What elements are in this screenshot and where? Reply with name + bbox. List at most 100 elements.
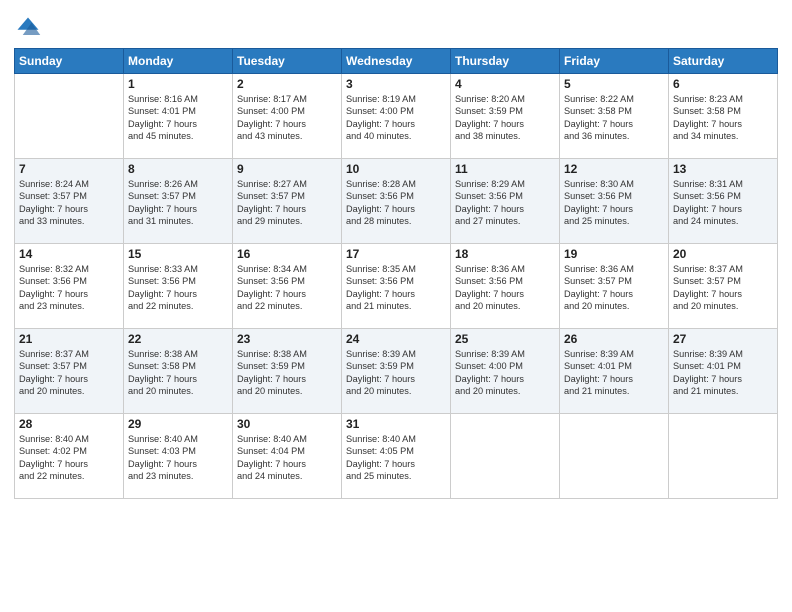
cell-content: Sunrise: 8:28 AMSunset: 3:56 PMDaylight:…: [346, 178, 446, 228]
day-number: 11: [455, 162, 555, 176]
cell-content: Sunrise: 8:39 AMSunset: 4:00 PMDaylight:…: [455, 348, 555, 398]
header: [14, 10, 778, 42]
day-number: 31: [346, 417, 446, 431]
week-row-0: 1 Sunrise: 8:16 AMSunset: 4:01 PMDaylight…: [15, 74, 778, 159]
calendar-header: SundayMondayTuesdayWednesdayThursdayFrid…: [15, 49, 778, 74]
header-day-saturday: Saturday: [669, 49, 778, 74]
day-number: 9: [237, 162, 337, 176]
calendar-cell: 27Sunrise: 8:39 AMSunset: 4:01 PMDayligh…: [669, 329, 778, 414]
cell-content: Sunrise: 8:38 AMSunset: 3:58 PMDaylight:…: [128, 348, 228, 398]
day-number: 14: [19, 247, 119, 261]
day-number: 21: [19, 332, 119, 346]
day-number: 16: [237, 247, 337, 261]
cell-content: Sunrise: 8:39 AMSunset: 4:01 PMDaylight:…: [673, 348, 773, 398]
calendar-cell: 29 Sunrise: 8:40 AMSunset: 4:03 PMDayligh…: [124, 414, 233, 499]
cell-content: Sunrise: 8:40 AMSunset: 4:02 PMDaylight:…: [19, 433, 119, 483]
calendar-cell: 5Sunrise: 8:22 AMSunset: 3:58 PMDaylight…: [560, 74, 669, 159]
cell-content: Sunrise: 8:39 AMSunset: 3:59 PMDaylight:…: [346, 348, 446, 398]
logo: [14, 14, 46, 42]
calendar-cell: 6 Sunrise: 8:23 AMSunset: 3:58 PMDaylight…: [669, 74, 778, 159]
calendar-table: SundayMondayTuesdayWednesdayThursdayFrid…: [14, 48, 778, 499]
day-number: 20: [673, 247, 773, 261]
header-day-thursday: Thursday: [451, 49, 560, 74]
day-number: 12: [564, 162, 664, 176]
day-number: 8: [128, 162, 228, 176]
calendar-cell: 24 Sunrise: 8:39 AMSunset: 3:59 PMDayligh…: [342, 329, 451, 414]
calendar-cell: 1 Sunrise: 8:16 AMSunset: 4:01 PMDaylight…: [124, 74, 233, 159]
cell-content: Sunrise: 8:37 AMSunset: 3:57 PMDaylight:…: [673, 263, 773, 313]
calendar-cell: 9 Sunrise: 8:27 AMSunset: 3:57 PMDaylight…: [233, 159, 342, 244]
page: SundayMondayTuesdayWednesdayThursdayFrid…: [0, 0, 792, 612]
day-number: 4: [455, 77, 555, 91]
calendar-cell: 3 Sunrise: 8:19 AMSunset: 4:00 PMDaylight…: [342, 74, 451, 159]
calendar-cell: 18 Sunrise: 8:36 AMSunset: 3:56 PMDayligh…: [451, 244, 560, 329]
calendar-cell: 20 Sunrise: 8:37 AMSunset: 3:57 PMDayligh…: [669, 244, 778, 329]
cell-content: Sunrise: 8:20 AMSunset: 3:59 PMDaylight:…: [455, 93, 555, 143]
header-day-sunday: Sunday: [15, 49, 124, 74]
calendar-cell: 16 Sunrise: 8:34 AMSunset: 3:56 PMDayligh…: [233, 244, 342, 329]
cell-content: Sunrise: 8:36 AMSunset: 3:56 PMDaylight:…: [455, 263, 555, 313]
day-number: 2: [237, 77, 337, 91]
cell-content: Sunrise: 8:35 AMSunset: 3:56 PMDaylight:…: [346, 263, 446, 313]
cell-content: Sunrise: 8:17 AMSunset: 4:00 PMDaylight:…: [237, 93, 337, 143]
day-number: 23: [237, 332, 337, 346]
logo-icon: [14, 14, 42, 42]
calendar-cell: 23 Sunrise: 8:38 AMSunset: 3:59 PMDayligh…: [233, 329, 342, 414]
cell-content: Sunrise: 8:36 AMSunset: 3:57 PMDaylight:…: [564, 263, 664, 313]
day-number: 30: [237, 417, 337, 431]
calendar-cell: 26Sunrise: 8:39 AMSunset: 4:01 PMDayligh…: [560, 329, 669, 414]
calendar-cell: 31 Sunrise: 8:40 AMSunset: 4:05 PMDayligh…: [342, 414, 451, 499]
cell-content: Sunrise: 8:23 AMSunset: 3:58 PMDaylight:…: [673, 93, 773, 143]
day-number: 18: [455, 247, 555, 261]
day-number: 19: [564, 247, 664, 261]
day-number: 29: [128, 417, 228, 431]
calendar-cell: 2 Sunrise: 8:17 AMSunset: 4:00 PMDaylight…: [233, 74, 342, 159]
calendar-cell: 13 Sunrise: 8:31 AMSunset: 3:56 PMDayligh…: [669, 159, 778, 244]
calendar-cell: 7 Sunrise: 8:24 AMSunset: 3:57 PMDaylight…: [15, 159, 124, 244]
cell-content: Sunrise: 8:27 AMSunset: 3:57 PMDaylight:…: [237, 178, 337, 228]
cell-content: Sunrise: 8:16 AMSunset: 4:01 PMDaylight:…: [128, 93, 228, 143]
cell-content: Sunrise: 8:30 AMSunset: 3:56 PMDaylight:…: [564, 178, 664, 228]
calendar-cell: 30Sunrise: 8:40 AMSunset: 4:04 PMDayligh…: [233, 414, 342, 499]
cell-content: Sunrise: 8:40 AMSunset: 4:03 PMDaylight:…: [128, 433, 228, 483]
calendar-cell: [451, 414, 560, 499]
week-row-1: 7 Sunrise: 8:24 AMSunset: 3:57 PMDaylight…: [15, 159, 778, 244]
day-number: 3: [346, 77, 446, 91]
cell-content: Sunrise: 8:31 AMSunset: 3:56 PMDaylight:…: [673, 178, 773, 228]
cell-content: Sunrise: 8:39 AMSunset: 4:01 PMDaylight:…: [564, 348, 664, 398]
header-day-wednesday: Wednesday: [342, 49, 451, 74]
day-number: 1: [128, 77, 228, 91]
calendar-cell: 4 Sunrise: 8:20 AMSunset: 3:59 PMDaylight…: [451, 74, 560, 159]
day-number: 6: [673, 77, 773, 91]
calendar-cell: 11Sunrise: 8:29 AMSunset: 3:56 PMDayligh…: [451, 159, 560, 244]
week-row-4: 28Sunrise: 8:40 AMSunset: 4:02 PMDayligh…: [15, 414, 778, 499]
calendar-cell: 21 Sunrise: 8:37 AMSunset: 3:57 PMDayligh…: [15, 329, 124, 414]
day-number: 13: [673, 162, 773, 176]
day-number: 15: [128, 247, 228, 261]
cell-content: Sunrise: 8:32 AMSunset: 3:56 PMDaylight:…: [19, 263, 119, 313]
day-number: 24: [346, 332, 446, 346]
cell-content: Sunrise: 8:40 AMSunset: 4:05 PMDaylight:…: [346, 433, 446, 483]
header-day-friday: Friday: [560, 49, 669, 74]
calendar-cell: [560, 414, 669, 499]
cell-content: Sunrise: 8:19 AMSunset: 4:00 PMDaylight:…: [346, 93, 446, 143]
day-number: 17: [346, 247, 446, 261]
calendar-cell: 28Sunrise: 8:40 AMSunset: 4:02 PMDayligh…: [15, 414, 124, 499]
cell-content: Sunrise: 8:38 AMSunset: 3:59 PMDaylight:…: [237, 348, 337, 398]
header-day-tuesday: Tuesday: [233, 49, 342, 74]
cell-content: Sunrise: 8:37 AMSunset: 3:57 PMDaylight:…: [19, 348, 119, 398]
cell-content: Sunrise: 8:33 AMSunset: 3:56 PMDaylight:…: [128, 263, 228, 313]
calendar-cell: [669, 414, 778, 499]
calendar-cell: 8Sunrise: 8:26 AMSunset: 3:57 PMDaylight…: [124, 159, 233, 244]
week-row-3: 21 Sunrise: 8:37 AMSunset: 3:57 PMDayligh…: [15, 329, 778, 414]
header-day-monday: Monday: [124, 49, 233, 74]
calendar-cell: 12 Sunrise: 8:30 AMSunset: 3:56 PMDayligh…: [560, 159, 669, 244]
week-row-2: 14 Sunrise: 8:32 AMSunset: 3:56 PMDayligh…: [15, 244, 778, 329]
day-number: 10: [346, 162, 446, 176]
cell-content: Sunrise: 8:24 AMSunset: 3:57 PMDaylight:…: [19, 178, 119, 228]
day-number: 7: [19, 162, 119, 176]
cell-content: Sunrise: 8:34 AMSunset: 3:56 PMDaylight:…: [237, 263, 337, 313]
calendar-cell: [15, 74, 124, 159]
calendar-cell: 17 Sunrise: 8:35 AMSunset: 3:56 PMDayligh…: [342, 244, 451, 329]
calendar-cell: 22Sunrise: 8:38 AMSunset: 3:58 PMDayligh…: [124, 329, 233, 414]
